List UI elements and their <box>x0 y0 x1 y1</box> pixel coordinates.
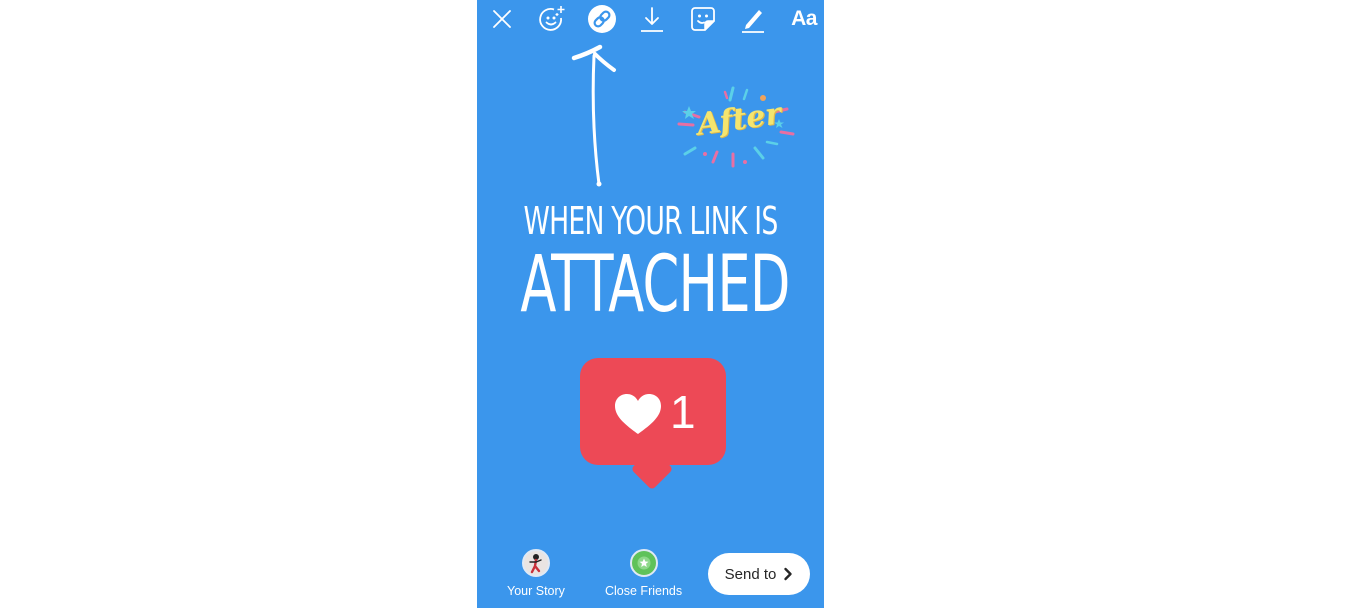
like-bubble-box: 1 <box>580 358 726 465</box>
text-icon: Aa <box>791 7 817 30</box>
draw-button[interactable] <box>738 4 768 34</box>
person-figure-icon <box>529 554 542 574</box>
close-friends-button[interactable]: Close Friends <box>605 549 682 598</box>
your-story-button[interactable]: Your Story <box>507 549 565 598</box>
face-effects-button[interactable] <box>537 4 567 34</box>
close-friends-badge <box>629 549 658 577</box>
download-button[interactable] <box>637 4 667 34</box>
chevron-right-icon <box>784 567 793 581</box>
share-bar: Your Story Close Friends Send to <box>477 545 824 608</box>
draw-icon <box>742 10 764 33</box>
download-icon <box>641 7 663 32</box>
text-button[interactable]: Aa <box>787 4 821 34</box>
close-button[interactable] <box>487 4 517 34</box>
your-story-label: Your Story <box>507 584 565 598</box>
story-toolbar: Aa <box>477 0 824 38</box>
headline-line-2[interactable]: ATTACHED <box>520 240 790 330</box>
like-count: 1 <box>670 386 696 438</box>
story-editor: Aa After WHEN YOUR LINK IS ATTACHED 1 Yo… <box>477 0 824 608</box>
link-button[interactable] <box>587 4 617 34</box>
close-friends-label: Close Friends <box>605 584 683 598</box>
link-icon <box>588 5 616 33</box>
sticker-icon <box>691 7 715 31</box>
avatar <box>521 549 550 577</box>
like-notification-sticker[interactable]: 1 <box>580 358 726 492</box>
star-icon <box>637 556 651 570</box>
close-icon <box>493 10 511 28</box>
send-to-button[interactable]: Send to <box>708 553 810 595</box>
after-sticker[interactable]: After <box>675 84 797 170</box>
face-effects-icon <box>539 6 565 31</box>
heart-icon <box>615 394 661 434</box>
drawn-arrow <box>571 44 616 187</box>
send-to-label: Send to <box>724 565 777 583</box>
headline-line-1[interactable]: WHEN YOUR LINK IS <box>515 199 786 243</box>
sticker-button[interactable] <box>688 4 718 34</box>
